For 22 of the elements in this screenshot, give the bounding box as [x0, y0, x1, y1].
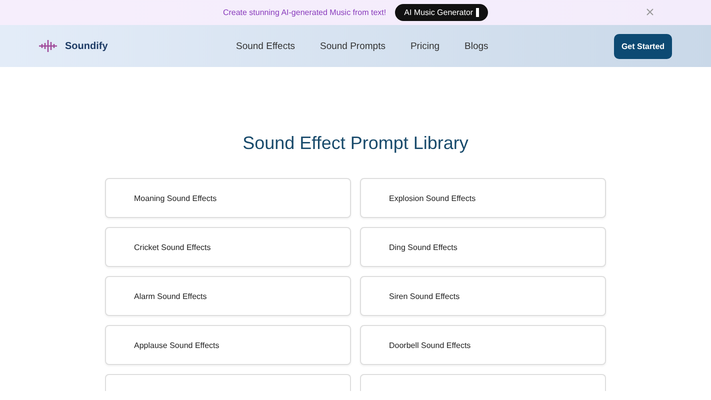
page-title: Sound Effect Prompt Library [242, 133, 470, 154]
waveform-logo-icon [39, 40, 57, 52]
prompt-card[interactable]: Siren Sound Effects [360, 276, 606, 316]
nav-link[interactable]: Blogs [464, 40, 488, 52]
generator-button[interactable]: AI Music Generator [395, 4, 488, 21]
prompt-card[interactable] [105, 374, 351, 391]
nav-link[interactable]: Sound Effects [236, 40, 295, 52]
prompt-card[interactable]: Applause Sound Effects [105, 325, 351, 365]
promo-text: Create stunning AI-generated Music from text! [222, 8, 386, 17]
prompt-card[interactable]: Doorbell Sound Effects [360, 325, 606, 365]
prompt-card[interactable] [360, 374, 606, 391]
get-started-button[interactable]: Get Started [614, 34, 672, 58]
prompt-card[interactable]: Cricket Sound Effects [105, 227, 351, 267]
cursor-icon [476, 8, 480, 17]
close-icon[interactable] [646, 8, 654, 16]
brand-name[interactable]: Soundify [65, 40, 108, 52]
prompt-card[interactable]: Alarm Sound Effects [105, 276, 351, 316]
nav-link[interactable]: Pricing [410, 40, 440, 52]
prompt-card[interactable]: Explosion Sound Effects [360, 178, 606, 218]
prompt-card[interactable]: Ding Sound Effects [360, 227, 606, 267]
prompt-card[interactable]: Moaning Sound Effects [105, 178, 351, 218]
nav-link[interactable]: Sound Prompts [320, 40, 386, 52]
